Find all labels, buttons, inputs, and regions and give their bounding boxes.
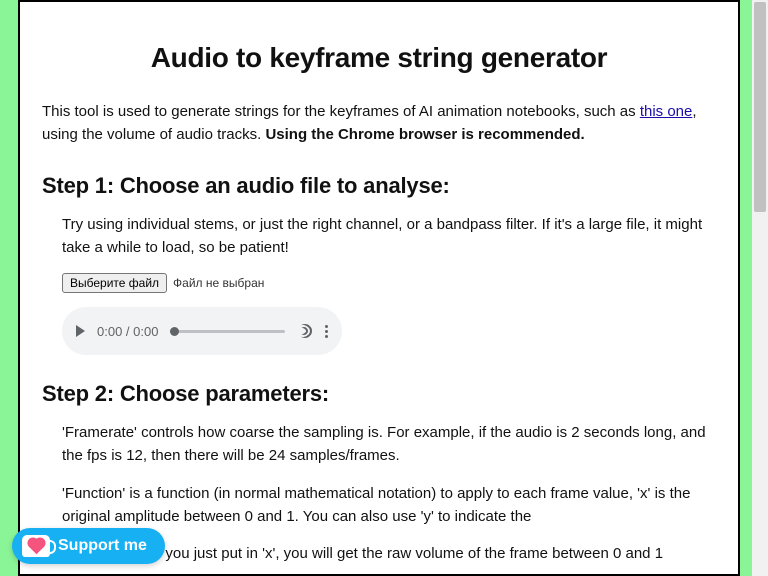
file-input-row: Выберите файл Файл не выбран [62, 273, 716, 293]
more-icon[interactable] [325, 325, 328, 338]
step1-tip: Try using individual stems, or just the … [62, 213, 716, 260]
seek-slider[interactable] [170, 330, 285, 333]
example-link[interactable]: this one [640, 103, 693, 120]
scrollbar[interactable] [752, 0, 768, 576]
coffee-cup-icon [22, 535, 50, 557]
page-title: Audio to keyframe string generator [42, 42, 716, 74]
intro-paragraph: This tool is used to generate strings fo… [42, 100, 716, 147]
step2-p2: 'Function' is a function (in normal math… [62, 482, 716, 529]
document-page: Audio to keyframe string generator This … [18, 0, 740, 576]
volume-icon[interactable] [297, 323, 313, 339]
choose-file-button[interactable]: Выберите файл [62, 273, 167, 293]
file-status-text: Файл не выбран [173, 276, 264, 290]
support-label: Support me [58, 537, 147, 555]
heart-icon [28, 538, 44, 554]
audio-time: 0:00 / 0:00 [97, 324, 158, 339]
scroll-thumb[interactable] [754, 2, 766, 212]
support-me-button[interactable]: Support me [12, 528, 165, 564]
intro-text-a: This tool is used to generate strings fo… [42, 103, 640, 120]
step2-heading: Step 2: Choose parameters: [42, 381, 716, 407]
intro-bold: Using the Chrome browser is recommended. [265, 126, 584, 143]
step1-heading: Step 1: Choose an audio file to analyse: [42, 173, 716, 199]
play-icon[interactable] [76, 325, 85, 337]
step2-p1: 'Framerate' controls how coarse the samp… [62, 421, 716, 468]
audio-player[interactable]: 0:00 / 0:00 [62, 307, 342, 355]
